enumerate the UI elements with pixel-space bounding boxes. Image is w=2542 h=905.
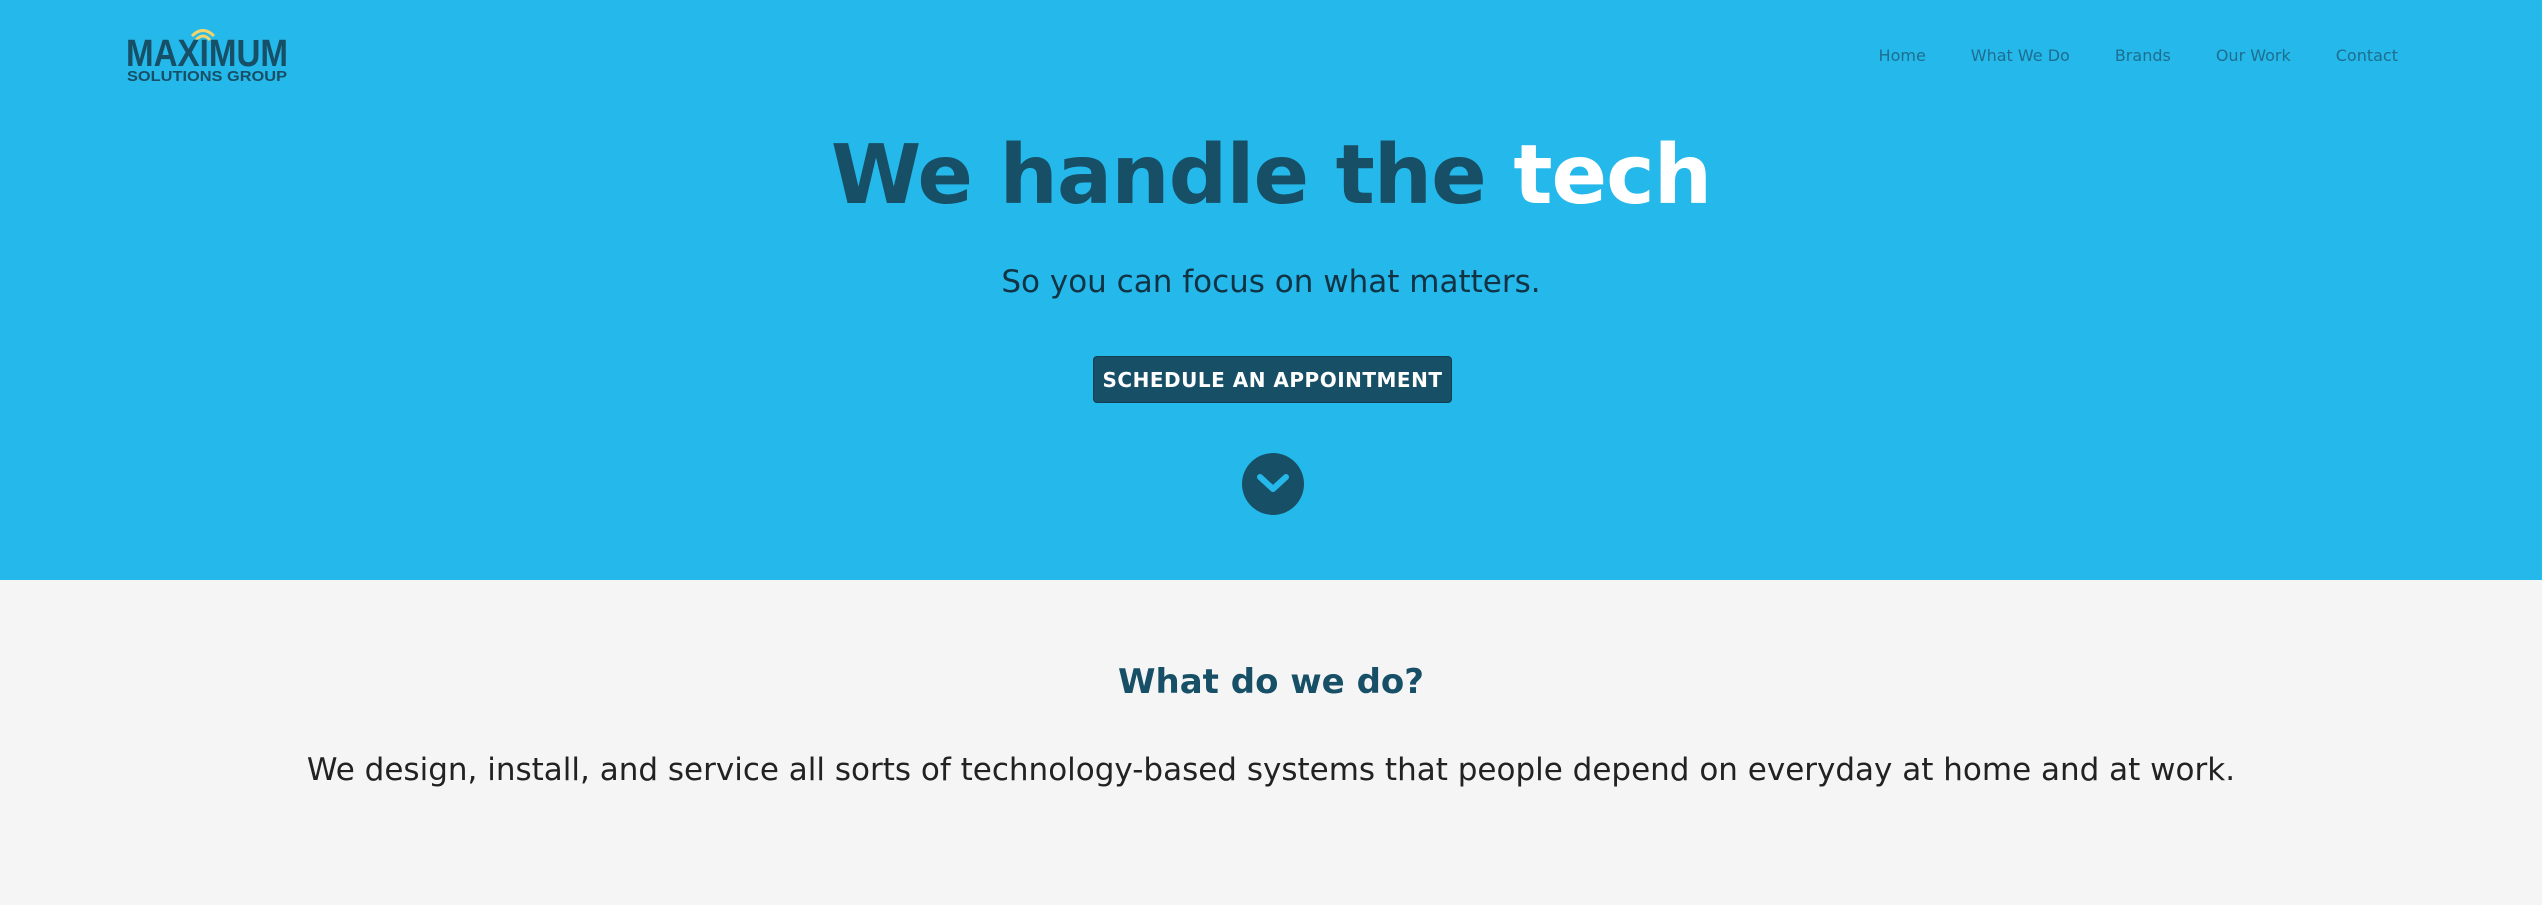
hero-headline: We handle the tech bbox=[0, 126, 2542, 226]
chevron-down-icon bbox=[1257, 474, 1289, 492]
hero-section: MAXIMUM SOLUTIONS GROUP Home What We Do … bbox=[0, 0, 2542, 580]
hero-headline-accent: tech bbox=[1513, 128, 1712, 223]
what-we-do-title: What do we do? bbox=[1118, 662, 1424, 702]
main-nav: Home What We Do Brands Our Work Contact bbox=[1834, 46, 2398, 66]
nav-link-contact[interactable]: Contact bbox=[2336, 46, 2398, 66]
schedule-appointment-button[interactable]: SCHEDULE AN APPOINTMENT bbox=[1093, 356, 1452, 403]
nav-link-what-we-do[interactable]: What We Do bbox=[1971, 46, 2070, 66]
logo-tagline: SOLUTIONS GROUP bbox=[127, 68, 287, 84]
nav-link-our-work[interactable]: Our Work bbox=[2216, 46, 2291, 66]
scroll-down-button[interactable] bbox=[1242, 453, 1304, 515]
what-we-do-description: We design, install, and service all sort… bbox=[306, 752, 2236, 788]
nav-link-home[interactable]: Home bbox=[1879, 46, 1926, 66]
hero-headline-main: We handle the bbox=[830, 128, 1514, 223]
hero-subheadline: So you can focus on what matters. bbox=[1001, 264, 1541, 300]
nav-link-brands[interactable]: Brands bbox=[2115, 46, 2171, 66]
maximum-solutions-logo[interactable]: MAXIMUM SOLUTIONS GROUP bbox=[126, 28, 296, 84]
